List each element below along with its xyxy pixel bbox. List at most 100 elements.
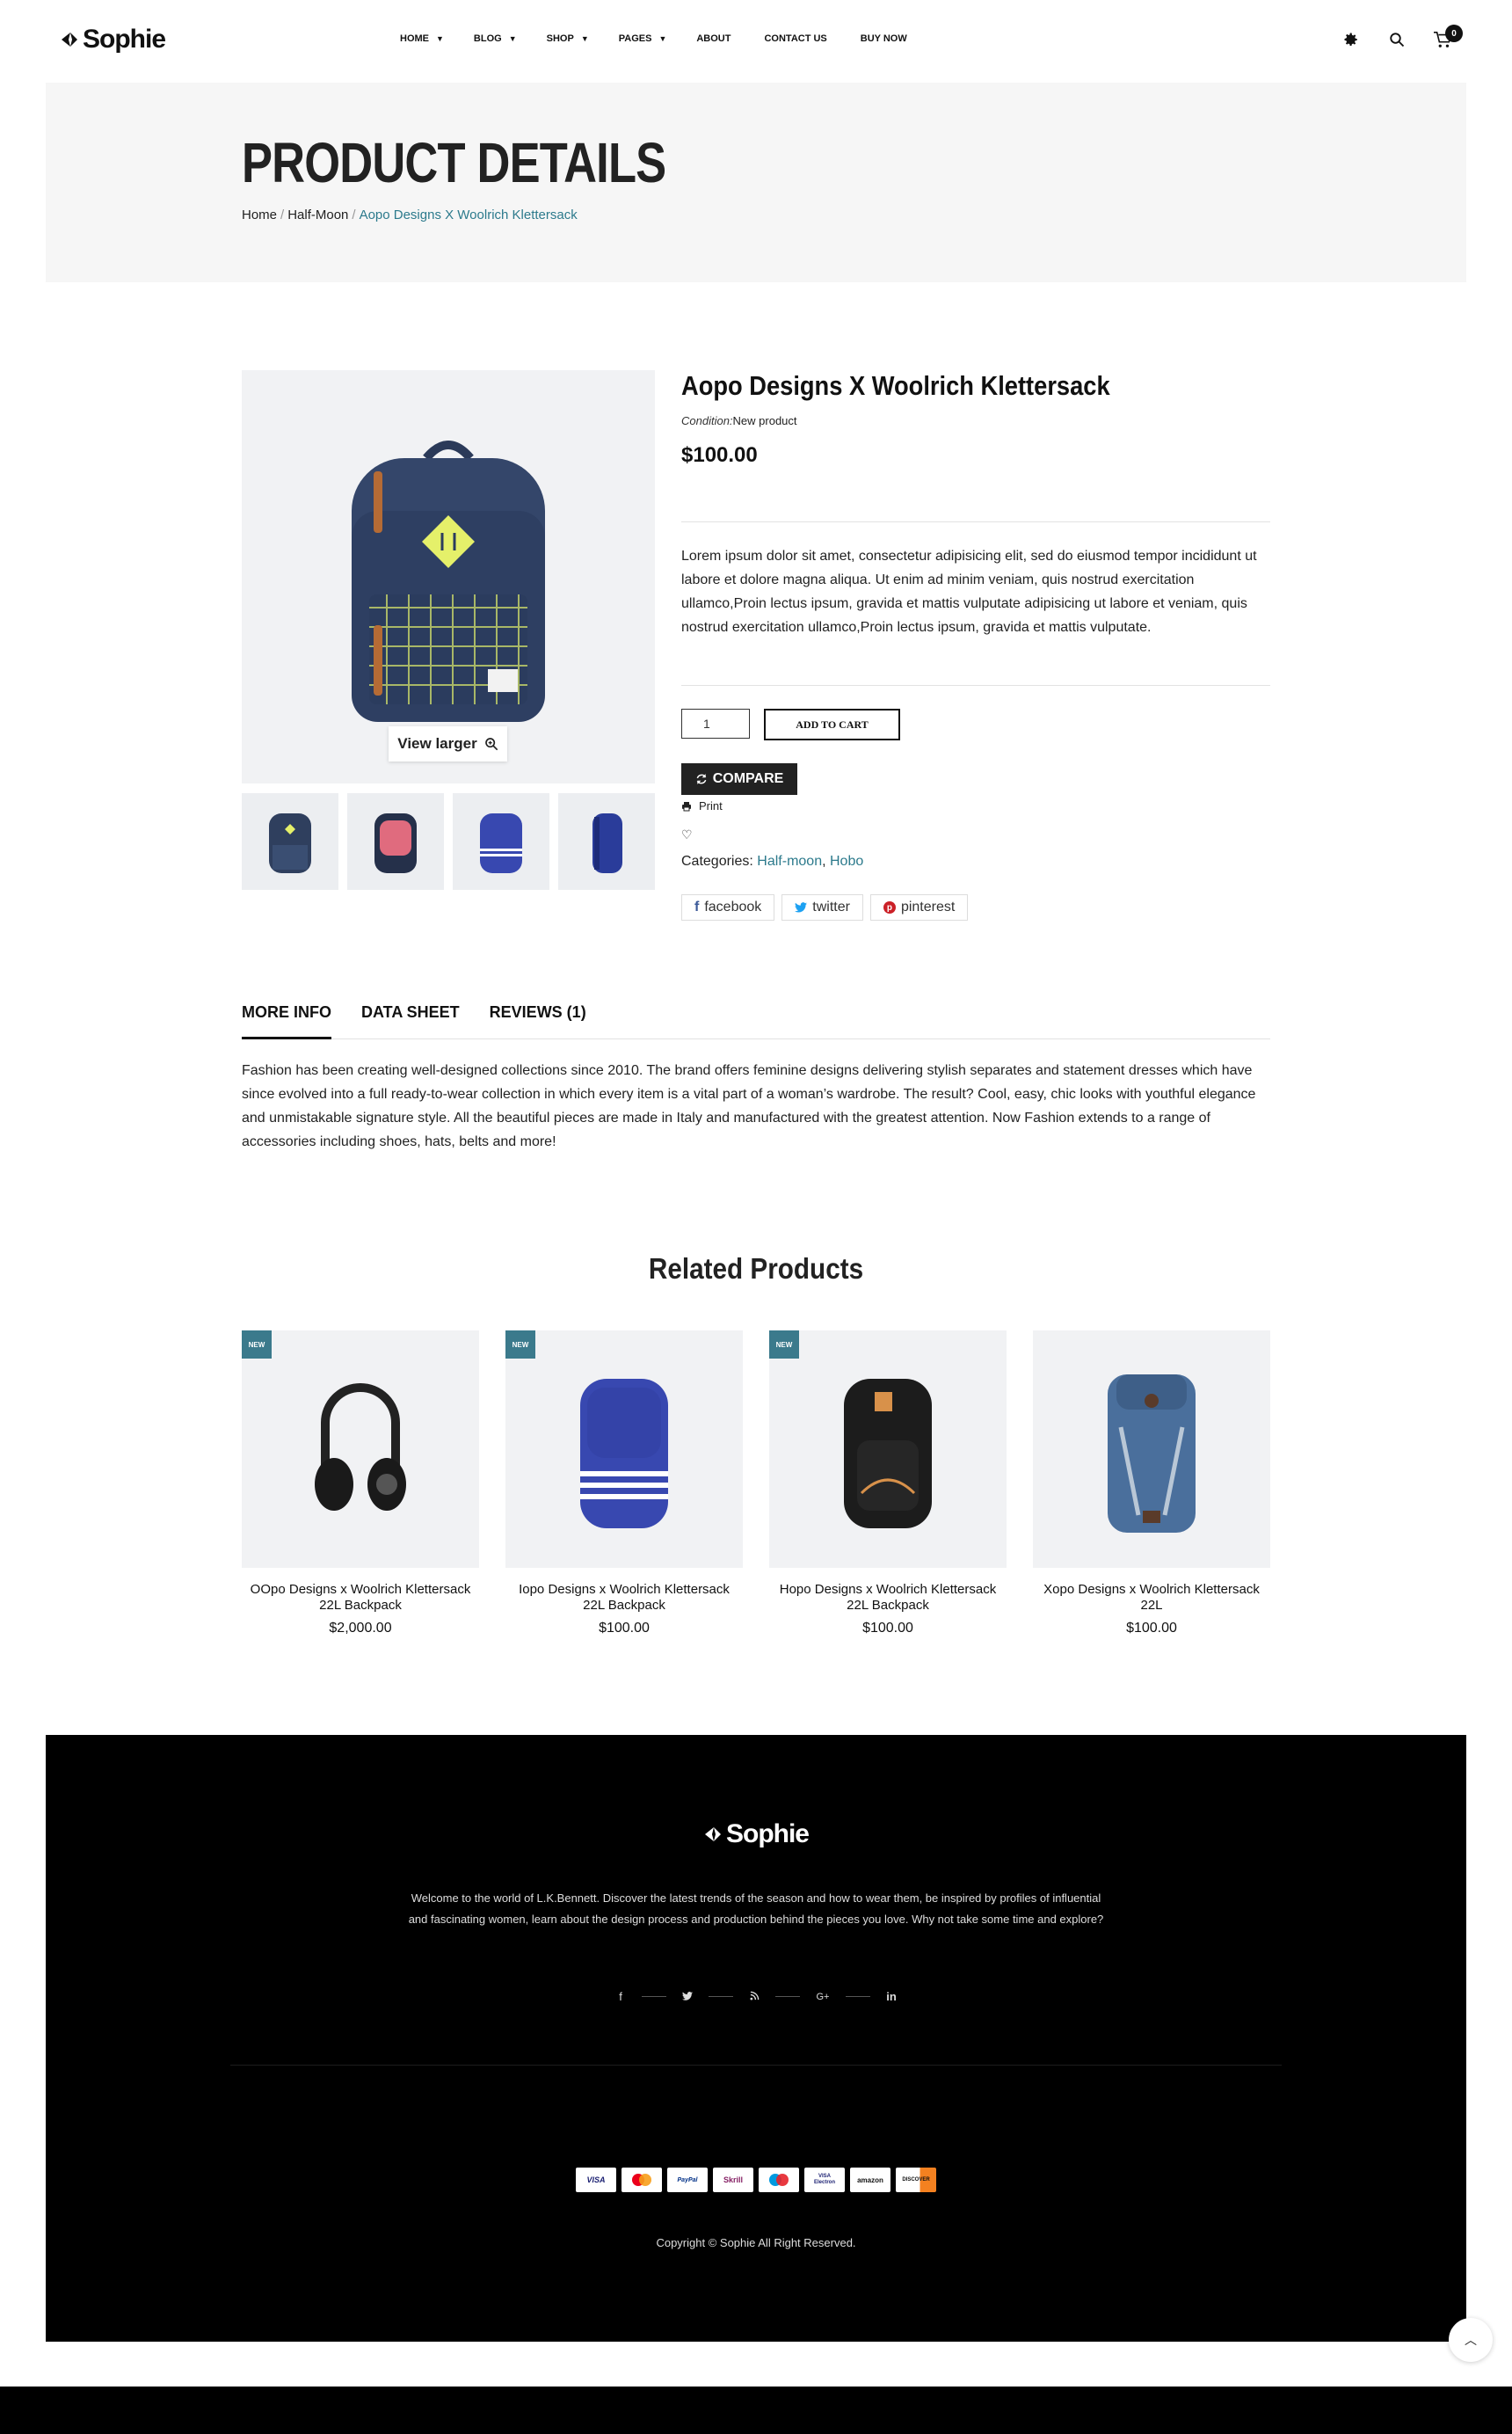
linkedin-icon[interactable]: in bbox=[884, 1990, 898, 2003]
site-logo[interactable]: Sophie bbox=[60, 25, 166, 55]
footer-logo[interactable]: Sophie bbox=[46, 1819, 1466, 1849]
print-link[interactable]: Print bbox=[681, 799, 723, 813]
backpack-thumb-image bbox=[374, 813, 417, 873]
product-tabs: MORE INFO DATA SHEET REVIEWS (1) bbox=[242, 1001, 1270, 1039]
breadcrumb-current: Aopo Designs X Woolrich Klettersack bbox=[359, 208, 578, 222]
product-card-image[interactable]: NEW bbox=[242, 1330, 479, 1568]
twitter-icon bbox=[795, 902, 808, 913]
breadcrumb-category[interactable]: Half-Moon bbox=[287, 208, 348, 222]
divider bbox=[775, 1996, 800, 1997]
copyright-text: Copyright © Sophie All Right Reserved. bbox=[656, 2236, 856, 2249]
product-title: Aopo Designs X Woolrich Klettersack bbox=[681, 370, 1110, 401]
scroll-to-top-button[interactable]: ︿ bbox=[1449, 2318, 1493, 2362]
paypal-icon: PayPal bbox=[667, 2168, 708, 2192]
thumbnail-4[interactable] bbox=[558, 793, 655, 890]
nav-item-buy-now[interactable]: BUY NOW bbox=[861, 33, 907, 44]
headphones-image bbox=[315, 1383, 406, 1511]
chevron-down-icon: ▼ bbox=[658, 34, 667, 43]
condition-label: Condition: bbox=[681, 414, 733, 427]
nav-item-contact[interactable]: CONTACT US bbox=[764, 33, 826, 44]
nav-label: PAGES bbox=[618, 33, 652, 44]
backpack-image bbox=[844, 1379, 932, 1528]
product-card-image[interactable]: NEW bbox=[769, 1330, 1007, 1568]
product-card[interactable]: NEW Iopo Designs x Woolrich Klettersack … bbox=[505, 1330, 743, 1636]
search-icon[interactable] bbox=[1387, 30, 1407, 49]
new-badge: NEW bbox=[505, 1330, 535, 1359]
divider bbox=[230, 2065, 1282, 2066]
product-card[interactable]: NEW OOpo Designs x Woolrich Klettersack … bbox=[242, 1330, 479, 1636]
quantity-input[interactable] bbox=[681, 709, 750, 739]
categories-label: Categories: bbox=[681, 854, 753, 869]
mastercard-icon bbox=[622, 2168, 662, 2192]
facebook-icon[interactable]: f bbox=[614, 1990, 628, 2003]
nav-item-blog[interactable]: BLOG ▼ bbox=[474, 33, 517, 44]
new-badge: NEW bbox=[769, 1330, 799, 1359]
nav-item-shop[interactable]: SHOP ▼ bbox=[547, 33, 589, 44]
google-plus-icon[interactable]: G+ bbox=[814, 1992, 832, 2002]
rss-icon[interactable] bbox=[747, 1990, 761, 2003]
category-link-half-moon[interactable]: Half-moon bbox=[757, 854, 822, 869]
pinterest-icon: p bbox=[883, 901, 896, 914]
tab-data-sheet[interactable]: DATA SHEET bbox=[361, 1001, 460, 1039]
chevron-down-icon: ▼ bbox=[508, 34, 517, 43]
logo-text: Sophie bbox=[83, 25, 166, 54]
product-card-image[interactable] bbox=[1033, 1330, 1270, 1568]
share-twitter-button[interactable]: twitter bbox=[781, 894, 863, 921]
share-label: twitter bbox=[812, 900, 850, 915]
print-label: Print bbox=[699, 799, 723, 813]
visa-icon: VISA bbox=[576, 2168, 616, 2192]
footer-logo-text: Sophie bbox=[725, 1819, 810, 1848]
divider bbox=[681, 521, 1270, 522]
nav-item-pages[interactable]: PAGES ▼ bbox=[619, 33, 667, 44]
maestro-icon bbox=[759, 2168, 799, 2192]
backpack-image bbox=[352, 441, 545, 722]
category-link-hobo[interactable]: Hobo bbox=[830, 854, 863, 869]
tab-more-info[interactable]: MORE INFO bbox=[242, 1001, 331, 1039]
nav-item-about[interactable]: ABOUT bbox=[696, 33, 731, 44]
share-facebook-button[interactable]: f facebook bbox=[681, 894, 775, 921]
breadcrumb: Home / Half-Moon / Aopo Designs X Woolrich K… bbox=[242, 208, 578, 222]
twitter-icon[interactable] bbox=[680, 1990, 694, 2003]
divider bbox=[709, 1996, 733, 1997]
condition-value: New product bbox=[732, 414, 797, 427]
product-card[interactable]: Xopo Designs x Woolrich Klettersack 22L … bbox=[1033, 1330, 1270, 1636]
product-main-image[interactable]: View larger bbox=[242, 370, 655, 783]
thumbnail-2[interactable] bbox=[347, 793, 444, 890]
nav-label: HOME bbox=[400, 33, 429, 44]
product-card[interactable]: NEW Hopo Designs x Woolrich Klettersack … bbox=[769, 1330, 1007, 1636]
footer-social-links: f G+ in bbox=[46, 1990, 1466, 2003]
product-card-name[interactable]: Hopo Designs x Woolrich Klettersack 22L … bbox=[769, 1582, 1007, 1614]
amazon-icon: amazon bbox=[850, 2168, 890, 2192]
heart-icon[interactable]: ♡ bbox=[681, 827, 693, 842]
thumbnail-3[interactable] bbox=[453, 793, 549, 890]
product-card-image[interactable]: NEW bbox=[505, 1330, 743, 1568]
visa-electron-icon: VISA Electron bbox=[804, 2168, 845, 2192]
product-card-name[interactable]: OOpo Designs x Woolrich Klettersack 22L … bbox=[242, 1582, 479, 1614]
product-card-price: $100.00 bbox=[862, 1621, 913, 1636]
nav-label: BUY NOW bbox=[860, 33, 907, 44]
page-banner: PRODUCT DETAILS Home / Half-Moon / Aopo Desi… bbox=[46, 83, 1466, 282]
printer-icon bbox=[682, 801, 691, 811]
product-card-name[interactable]: Xopo Designs x Woolrich Klettersack 22L bbox=[1033, 1582, 1270, 1614]
divider bbox=[681, 685, 1270, 686]
product-card-price: $100.00 bbox=[1126, 1621, 1177, 1636]
thumbnail-1[interactable] bbox=[242, 793, 338, 890]
product-thumbnails bbox=[242, 793, 655, 890]
main-nav: HOME ▼ BLOG ▼ SHOP ▼ PAGES ▼ ABOUT CONTACT U… bbox=[400, 33, 907, 44]
gear-icon[interactable] bbox=[1341, 30, 1361, 49]
logo-mark-icon bbox=[704, 1827, 721, 1841]
nav-label: ABOUT bbox=[696, 33, 731, 44]
view-larger-button[interactable]: View larger bbox=[389, 726, 507, 762]
bottom-bar bbox=[0, 2387, 1512, 2434]
product-card-price: $100.00 bbox=[599, 1621, 650, 1636]
share-pinterest-button[interactable]: p pinterest bbox=[869, 894, 969, 921]
share-buttons: f facebook twitter p pinterest bbox=[681, 894, 969, 921]
nav-item-home[interactable]: HOME ▼ bbox=[400, 33, 444, 44]
breadcrumb-home[interactable]: Home bbox=[242, 208, 277, 222]
tab-reviews[interactable]: REVIEWS (1) bbox=[490, 1001, 586, 1039]
divider bbox=[642, 1996, 666, 1997]
product-card-name[interactable]: Iopo Designs x Woolrich Klettersack 22L … bbox=[505, 1582, 743, 1614]
compare-button[interactable]: COMPARE bbox=[681, 763, 797, 795]
add-to-cart-button[interactable]: ADD TO CART bbox=[764, 709, 900, 740]
cart-icon[interactable]: 0 bbox=[1433, 25, 1463, 49]
